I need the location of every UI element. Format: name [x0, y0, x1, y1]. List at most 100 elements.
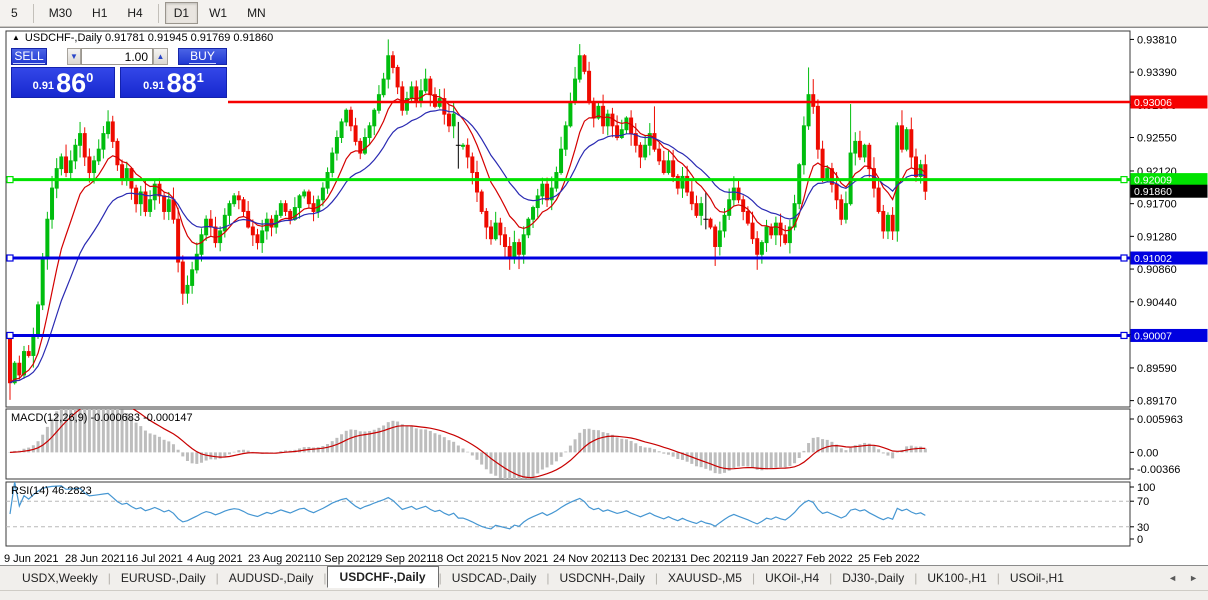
- candle: [306, 191, 311, 205]
- macd-histogram-bar: [769, 452, 773, 469]
- tab-scroll-right-icon[interactable]: ►: [1189, 573, 1198, 583]
- candle: [531, 207, 536, 220]
- svg-text:16 Jul 2021: 16 Jul 2021: [126, 553, 183, 565]
- candle: [395, 66, 400, 88]
- tab-scroll-left-icon[interactable]: ◄: [1168, 573, 1177, 583]
- candle: [278, 203, 283, 216]
- candle: [913, 156, 918, 177]
- macd-histogram-bar: [877, 449, 881, 453]
- chart-tab-audusd-daily[interactable]: AUDUSD-,Daily: [219, 568, 324, 588]
- collapse-chart-icon[interactable]: ▲: [12, 33, 20, 42]
- macd-histogram-bar: [704, 452, 708, 469]
- timeframe-button-m30[interactable]: M30: [40, 2, 81, 24]
- macd-histogram-bar: [526, 452, 530, 479]
- macd-histogram-bar: [839, 448, 843, 453]
- macd-histogram-bar: [452, 441, 456, 453]
- candle: [899, 125, 904, 150]
- macd-histogram-bar: [872, 445, 876, 453]
- timeframe-button-5[interactable]: 5: [2, 2, 27, 24]
- chart-tab-dj30-daily[interactable]: DJ30-,Daily: [832, 568, 914, 588]
- svg-text:31 Dec 2021: 31 Dec 2021: [675, 553, 737, 565]
- chart-tab-usdcnh-daily[interactable]: USDCNH-,Daily: [550, 568, 655, 588]
- candle: [302, 191, 307, 197]
- candle: [493, 222, 498, 240]
- timeframe-button-h4[interactable]: H4: [118, 2, 151, 24]
- chart-tab-eurusd-daily[interactable]: EURUSD-,Daily: [111, 568, 216, 588]
- candle: [17, 362, 22, 376]
- candle: [171, 199, 176, 220]
- candle: [213, 226, 218, 244]
- svg-text:0.91700: 0.91700: [1137, 199, 1177, 211]
- candle: [400, 86, 405, 111]
- candle: [470, 156, 475, 174]
- macd-histogram-bar: [405, 425, 409, 453]
- candle: [783, 234, 788, 244]
- macd-histogram-bar: [326, 444, 330, 453]
- sell-price-button[interactable]: 0.91 86 0: [11, 67, 115, 98]
- macd-histogram-bar: [531, 452, 535, 478]
- macd-histogram-bar: [237, 450, 241, 453]
- buy-button[interactable]: BUY: [178, 48, 227, 65]
- candle: [773, 222, 778, 236]
- chart-tab-xauusd-m5[interactable]: XAUUSD-,M5: [658, 568, 752, 588]
- candle: [73, 144, 78, 162]
- macd-histogram-bar: [227, 452, 231, 455]
- macd-histogram-bar: [638, 446, 642, 453]
- candle: [460, 144, 465, 147]
- timeframe-button-w1[interactable]: W1: [200, 2, 236, 24]
- macd-histogram-bar: [821, 439, 825, 453]
- chart-tab-uk100-h1[interactable]: UK100-,H1: [917, 568, 996, 588]
- chart-tab-usdcad-daily[interactable]: USDCAD-,Daily: [442, 568, 547, 588]
- candle: [563, 125, 568, 150]
- chart-tab-usdchf-daily[interactable]: USDCHF-,Daily: [326, 565, 439, 588]
- buy-price-button[interactable]: 0.91 88 1: [120, 67, 227, 98]
- svg-text:5 Nov 2021: 5 Nov 2021: [492, 553, 548, 565]
- candle: [96, 148, 101, 162]
- macd-histogram-bar: [671, 452, 675, 457]
- candle: [885, 214, 890, 232]
- candle: [386, 55, 391, 80]
- candle: [446, 113, 451, 127]
- candle: [759, 242, 764, 255]
- macd-histogram-bar: [793, 452, 797, 464]
- svg-text:18 Oct 2021: 18 Oct 2021: [431, 553, 491, 565]
- candle: [834, 183, 839, 201]
- line-handle: [1120, 331, 1128, 340]
- candle: [31, 335, 36, 356]
- volume-decrease-button[interactable]: ▼: [67, 48, 81, 65]
- timeframe-button-mn[interactable]: MN: [238, 2, 275, 24]
- candle: [115, 140, 120, 166]
- macd-histogram-bar: [419, 429, 423, 453]
- macd-histogram-bar: [629, 440, 633, 453]
- candle: [162, 195, 167, 212]
- volume-input[interactable]: [81, 48, 153, 65]
- macd-histogram-bar: [316, 447, 320, 453]
- volume-increase-button[interactable]: ▲: [153, 48, 168, 65]
- svg-text:0.90440: 0.90440: [1137, 297, 1177, 309]
- timeframe-button-h1[interactable]: H1: [83, 2, 116, 24]
- sell-button-label: SELL: [13, 49, 45, 64]
- macd-histogram-bar: [886, 452, 890, 456]
- line-handle: [1120, 176, 1128, 184]
- candle: [811, 94, 816, 107]
- macd-histogram-bar: [143, 430, 147, 453]
- sell-button[interactable]: SELL: [11, 48, 47, 65]
- candle: [409, 86, 414, 100]
- macd-histogram-bar: [190, 452, 194, 464]
- macd-label: MACD(12,26,9) -0.000683 -0.000147: [11, 412, 193, 424]
- candle: [507, 245, 512, 259]
- candle: [423, 78, 428, 92]
- macd-histogram-bar: [564, 451, 568, 453]
- svg-text:30: 30: [1137, 522, 1149, 534]
- chart-tab-usoil-h1[interactable]: USOil-,H1: [1000, 568, 1074, 588]
- candle: [101, 133, 106, 150]
- chart-tab-usdx-weekly[interactable]: USDX,Weekly: [12, 568, 108, 588]
- timeframe-button-d1[interactable]: D1: [164, 2, 199, 24]
- macd-histogram-bar: [559, 452, 563, 457]
- macd-histogram-bar: [456, 445, 460, 453]
- candle: [227, 203, 232, 216]
- macd-histogram-bar: [442, 437, 446, 453]
- chart-tab-ukoil-h4[interactable]: UKOil-,H4: [755, 568, 829, 588]
- candle: [535, 195, 540, 209]
- svg-text:29 Sep 2021: 29 Sep 2021: [370, 553, 432, 565]
